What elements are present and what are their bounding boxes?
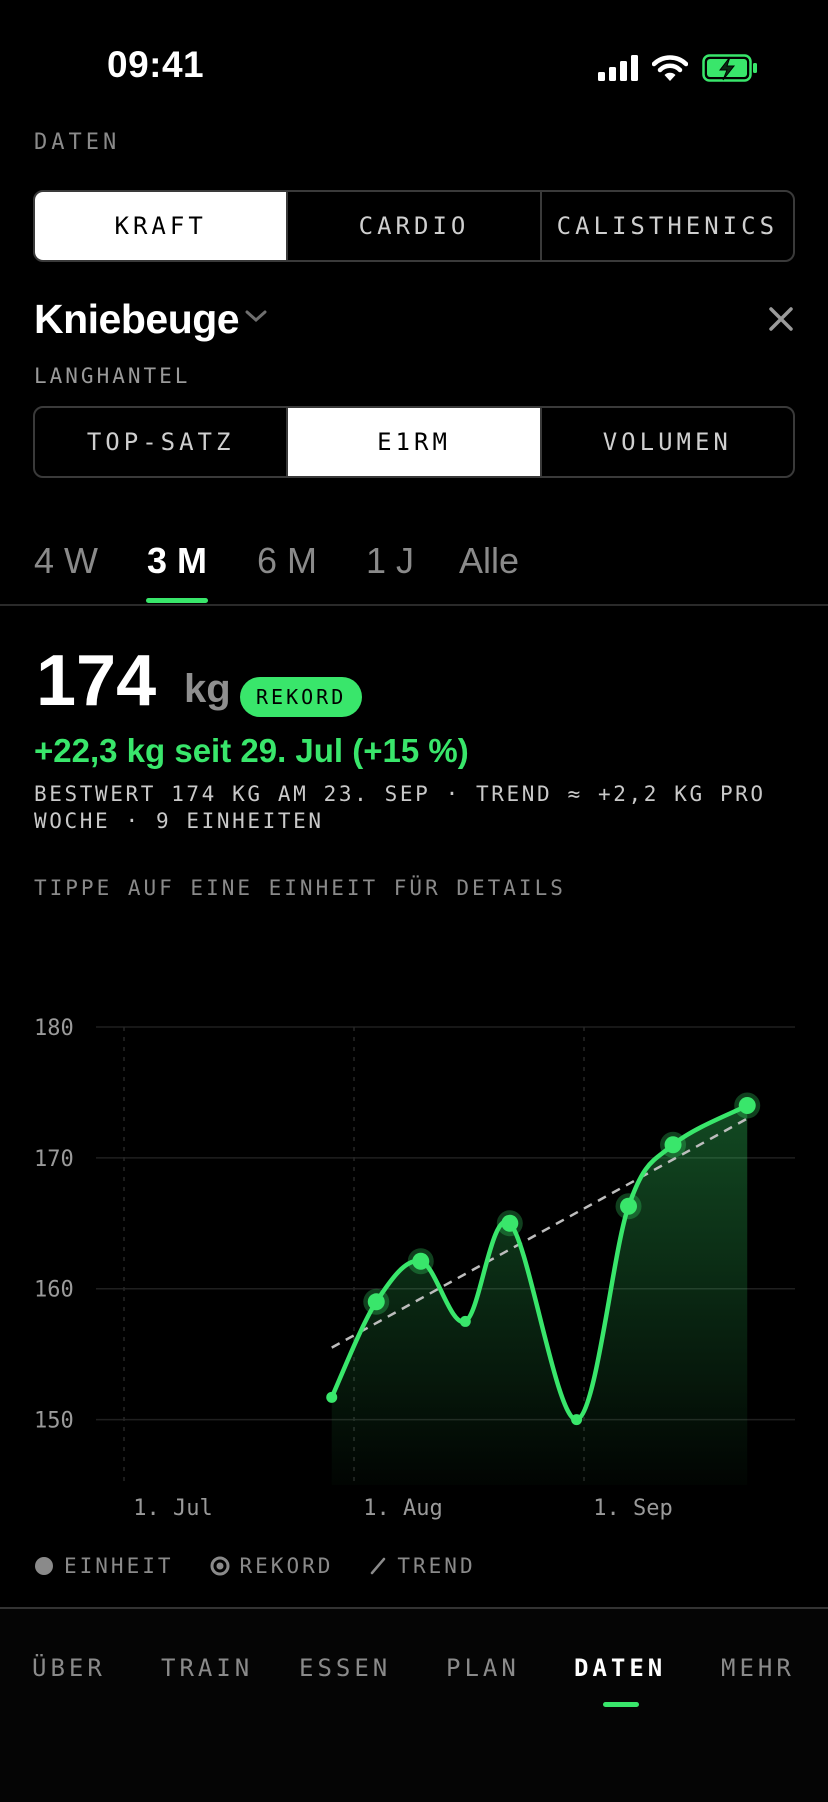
range-tab-indicator <box>146 598 208 603</box>
tab-mehr[interactable]: MEHR <box>721 1654 795 1682</box>
slash-icon <box>371 1557 386 1575</box>
range-tab-6m[interactable]: 6 M <box>257 540 317 582</box>
y-tick-label: 180 <box>34 1016 74 1041</box>
bottom-tab-bar: ÜBER TRAIN ESSEN PLAN DATEN MEHR <box>0 1607 828 1802</box>
tab-train[interactable]: TRAIN <box>161 1654 253 1682</box>
chevron-down-icon[interactable] <box>244 308 268 324</box>
session-point <box>326 1391 338 1403</box>
tab-plan[interactable]: PLAN <box>446 1654 520 1682</box>
tab-indicator <box>603 1702 639 1707</box>
exercise-title[interactable]: Kniebeuge <box>34 296 240 343</box>
y-tick-label: 150 <box>34 1409 74 1434</box>
x-tick-label: 1. Jul <box>133 1496 212 1520</box>
range-tab-alle[interactable]: Alle <box>459 540 519 582</box>
tab-cardio[interactable]: CARDIO <box>286 192 539 260</box>
chart-hint: TIPPE AUF EINE EINHEIT FÜR DETAILS <box>34 876 566 900</box>
y-tick-label: 170 <box>34 1147 74 1172</box>
y-tick-label: 160 <box>34 1278 74 1303</box>
close-icon[interactable] <box>768 306 794 332</box>
record-point <box>620 1197 638 1215</box>
legend-label-trend: TREND <box>397 1554 476 1578</box>
e1rm-chart[interactable]: 150 160 170 180 1. Jul 1. Aug 1. Sep <box>0 990 828 1520</box>
chart-legend: EINHEIT REKORD TREND <box>34 1554 476 1578</box>
exercise-equipment: LANGHANTEL <box>34 364 191 388</box>
tab-calisthenics[interactable]: CALISTHENICS <box>539 192 793 260</box>
stat-delta: +22,3 kg seit 29. Jul (+15 %) <box>34 732 469 769</box>
x-tick-label: 1. Sep <box>593 1496 672 1520</box>
section-label: DATEN <box>34 130 121 155</box>
tab-kraft[interactable]: KRAFT <box>35 192 287 260</box>
wifi-icon <box>652 55 688 81</box>
tab-volumen[interactable]: VOLUMEN <box>539 408 793 476</box>
record-point <box>738 1097 756 1115</box>
stat-value: 174 <box>36 641 157 721</box>
legend-item-einheit: EINHEIT <box>34 1554 174 1578</box>
legend-label-rekord: REKORD <box>239 1554 334 1578</box>
record-point <box>501 1214 519 1232</box>
tab-essen[interactable]: ESSEN <box>299 1654 391 1682</box>
record-point <box>664 1136 682 1154</box>
ring-dot-icon <box>210 1556 230 1576</box>
record-point <box>367 1293 385 1311</box>
tab-top-satz[interactable]: TOP-SATZ <box>35 408 286 476</box>
stat-summary: BESTWERT 174 KG AM 23. SEP · TREND ≈ +2,… <box>34 782 766 833</box>
status-icons <box>598 50 758 86</box>
x-tick-label: 1. Aug <box>363 1496 442 1520</box>
status-time: 09:41 <box>107 44 205 85</box>
range-tab-4w[interactable]: 4 W <box>34 540 98 582</box>
legend-item-trend: TREND <box>369 1554 475 1578</box>
range-tab-1j[interactable]: 1 J <box>366 540 414 582</box>
dot-icon <box>35 1557 53 1575</box>
record-point <box>412 1252 430 1270</box>
stat-unit: kg <box>184 667 231 711</box>
tab-daten[interactable]: DATEN <box>574 1654 666 1682</box>
range-tabs: 4 W 3 M 6 M 1 J Alle <box>0 520 828 606</box>
chart-area-fill <box>331 1105 748 1485</box>
legend-item-rekord: REKORD <box>210 1554 334 1578</box>
category-segmented-control: KRAFT CARDIO CALISTHENICS <box>33 190 795 262</box>
signal-icon <box>598 55 638 81</box>
metric-segmented-control: TOP-SATZ E1RM VOLUMEN <box>33 406 795 478</box>
range-tab-3m[interactable]: 3 M <box>147 540 207 582</box>
battery-charging-icon <box>702 54 757 82</box>
tab-e1rm[interactable]: E1RM <box>286 408 540 476</box>
session-point <box>459 1315 471 1327</box>
session-point <box>571 1414 583 1426</box>
record-badge: REKORD <box>240 677 363 717</box>
tab-ueber[interactable]: ÜBER <box>32 1654 106 1682</box>
legend-label-einheit: EINHEIT <box>64 1554 174 1578</box>
